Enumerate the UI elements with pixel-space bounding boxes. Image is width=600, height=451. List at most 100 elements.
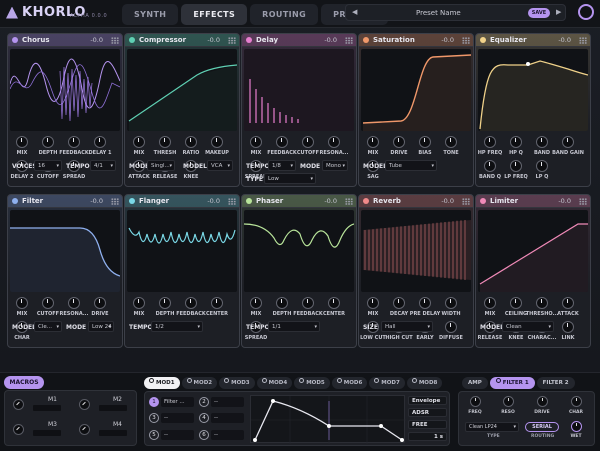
grid-menu-icon[interactable] <box>579 37 587 44</box>
add-icon[interactable]: + <box>299 377 305 383</box>
tab-effects[interactable]: EFFECTS <box>181 4 248 25</box>
panel-level[interactable]: -0.0 <box>441 36 454 44</box>
panel-level[interactable]: -0.0 <box>207 36 220 44</box>
macro-knob-m2[interactable] <box>79 399 90 410</box>
mod-rate-field[interactable]: 1 s <box>408 432 447 441</box>
knob-mix[interactable] <box>250 297 262 309</box>
knob-mix[interactable] <box>367 136 379 148</box>
tab-mod4[interactable]: +MOD4 <box>256 377 293 389</box>
master-volume-knob[interactable] <box>578 4 594 20</box>
power-toggle-icon[interactable] <box>12 37 18 43</box>
mod-slot-target[interactable]: -- <box>211 413 244 423</box>
preset-name[interactable]: Preset Name <box>416 9 461 17</box>
knob-makeup[interactable] <box>211 136 223 148</box>
knob-feedback[interactable] <box>185 297 197 309</box>
knob-mix[interactable] <box>16 297 28 309</box>
mod-sync-dropdown[interactable]: FREE <box>408 420 447 429</box>
power-toggle-icon[interactable] <box>363 37 369 43</box>
knob-attack[interactable] <box>562 297 574 309</box>
filter-routing-button[interactable]: SERIAL <box>525 422 559 432</box>
save-button[interactable]: SAVE <box>528 8 550 18</box>
knob-depth[interactable] <box>159 297 171 309</box>
preset-selector[interactable]: ◀ Preset Name SAVE ▶ <box>345 4 566 21</box>
knob-lp-freq[interactable] <box>510 160 522 172</box>
panel-level[interactable]: -0.0 <box>558 36 571 44</box>
power-icon[interactable]: o <box>495 377 501 383</box>
grid-menu-icon[interactable] <box>579 198 587 205</box>
knob-mix[interactable] <box>250 136 262 148</box>
power-toggle-icon[interactable] <box>480 198 486 204</box>
knob-bias[interactable] <box>419 136 431 148</box>
setting-dropdown[interactable]: 4/1 ▾ <box>90 160 116 171</box>
grid-menu-icon[interactable] <box>462 37 470 44</box>
macro-slot-m2[interactable] <box>99 405 127 411</box>
panel-level[interactable]: -0.0 <box>207 197 220 205</box>
tab-mod2[interactable]: +MOD2 <box>181 377 218 389</box>
knob-mix[interactable] <box>367 297 379 309</box>
power-toggle-icon[interactable] <box>363 198 369 204</box>
knob-depth[interactable] <box>276 297 288 309</box>
tab-mod6[interactable]: +MOD6 <box>331 377 368 389</box>
knob-cutoff[interactable] <box>302 136 314 148</box>
setting-dropdown[interactable]: 1/1 ▾ <box>268 321 320 332</box>
knob-drive[interactable] <box>393 136 405 148</box>
knob-drive[interactable] <box>94 297 106 309</box>
macro-slot-m3[interactable] <box>33 430 61 436</box>
setting-dropdown[interactable]: Clean ▾ <box>502 321 554 332</box>
setting-dropdown[interactable]: Low 24 ▾ <box>88 321 114 332</box>
setting-dropdown[interactable]: 16 ▾ <box>34 160 62 171</box>
power-toggle-icon[interactable] <box>480 37 486 43</box>
knob-lp-q[interactable] <box>536 160 548 172</box>
tab-mod1[interactable]: +MOD1 <box>144 377 180 389</box>
tab-mod7[interactable]: +MOD7 <box>369 377 405 389</box>
panel-level[interactable]: -0.0 <box>90 197 103 205</box>
setting-dropdown[interactable]: Hall ▾ <box>381 321 433 332</box>
grid-menu-icon[interactable] <box>228 37 236 44</box>
power-toggle-icon[interactable] <box>246 198 252 204</box>
knob-band-gain[interactable] <box>562 136 574 148</box>
panel-level[interactable]: -0.0 <box>324 197 337 205</box>
macro-slot-m1[interactable] <box>33 405 61 411</box>
knob-mix[interactable] <box>484 297 496 309</box>
tab-amp[interactable]: AMP <box>462 377 488 389</box>
setting-dropdown[interactable]: Tube ▾ <box>385 160 437 171</box>
mod-slot-target[interactable]: -- <box>161 430 194 440</box>
knob-mix[interactable] <box>133 136 145 148</box>
filter-char-knob[interactable] <box>571 396 582 407</box>
setting-dropdown[interactable]: 1/2 ▾ <box>151 321 203 332</box>
knob-mix[interactable] <box>16 136 28 148</box>
knob-hp-q[interactable] <box>510 136 522 148</box>
mod-slot-target[interactable]: -- <box>211 397 244 407</box>
knob-tone[interactable] <box>445 136 457 148</box>
add-icon[interactable]: + <box>224 377 230 383</box>
macro-knob-m3[interactable] <box>13 424 24 435</box>
knob-thresho[interactable] <box>536 297 548 309</box>
knob-mix[interactable] <box>133 297 145 309</box>
knob-depth[interactable] <box>42 136 54 148</box>
grid-menu-icon[interactable] <box>111 198 119 205</box>
setting-dropdown[interactable]: Low ▾ <box>264 173 316 184</box>
power-toggle-icon[interactable] <box>12 198 18 204</box>
macro-knob-m1[interactable] <box>13 399 24 410</box>
grid-menu-icon[interactable] <box>345 198 353 205</box>
add-icon[interactable]: + <box>149 377 154 383</box>
panel-level[interactable]: -0.0 <box>90 36 103 44</box>
knob-pre-delay[interactable] <box>419 297 431 309</box>
add-icon[interactable]: + <box>411 377 417 383</box>
preset-next-icon[interactable]: ▶ <box>556 8 561 16</box>
preset-prev-icon[interactable]: ◀ <box>352 8 357 16</box>
knob-cutoff[interactable] <box>42 297 54 309</box>
grid-menu-icon[interactable] <box>462 198 470 205</box>
envelope-display[interactable] <box>250 395 406 444</box>
panel-level[interactable]: -0.0 <box>324 36 337 44</box>
macro-knob-m4[interactable] <box>79 424 90 435</box>
knob-resona[interactable] <box>68 297 80 309</box>
knob-decay[interactable] <box>393 297 405 309</box>
knob-center[interactable] <box>211 297 223 309</box>
macro-slot-m4[interactable] <box>99 430 127 436</box>
tab-filter-2[interactable]: FILTER 2 <box>536 377 575 389</box>
tab-filter-1[interactable]: oFILTER 1 <box>489 377 535 389</box>
knob-resona[interactable] <box>328 136 340 148</box>
filter-model-dropdown[interactable]: Clean LP24 ▾ <box>465 422 519 432</box>
knob-delay-1[interactable] <box>94 136 106 148</box>
